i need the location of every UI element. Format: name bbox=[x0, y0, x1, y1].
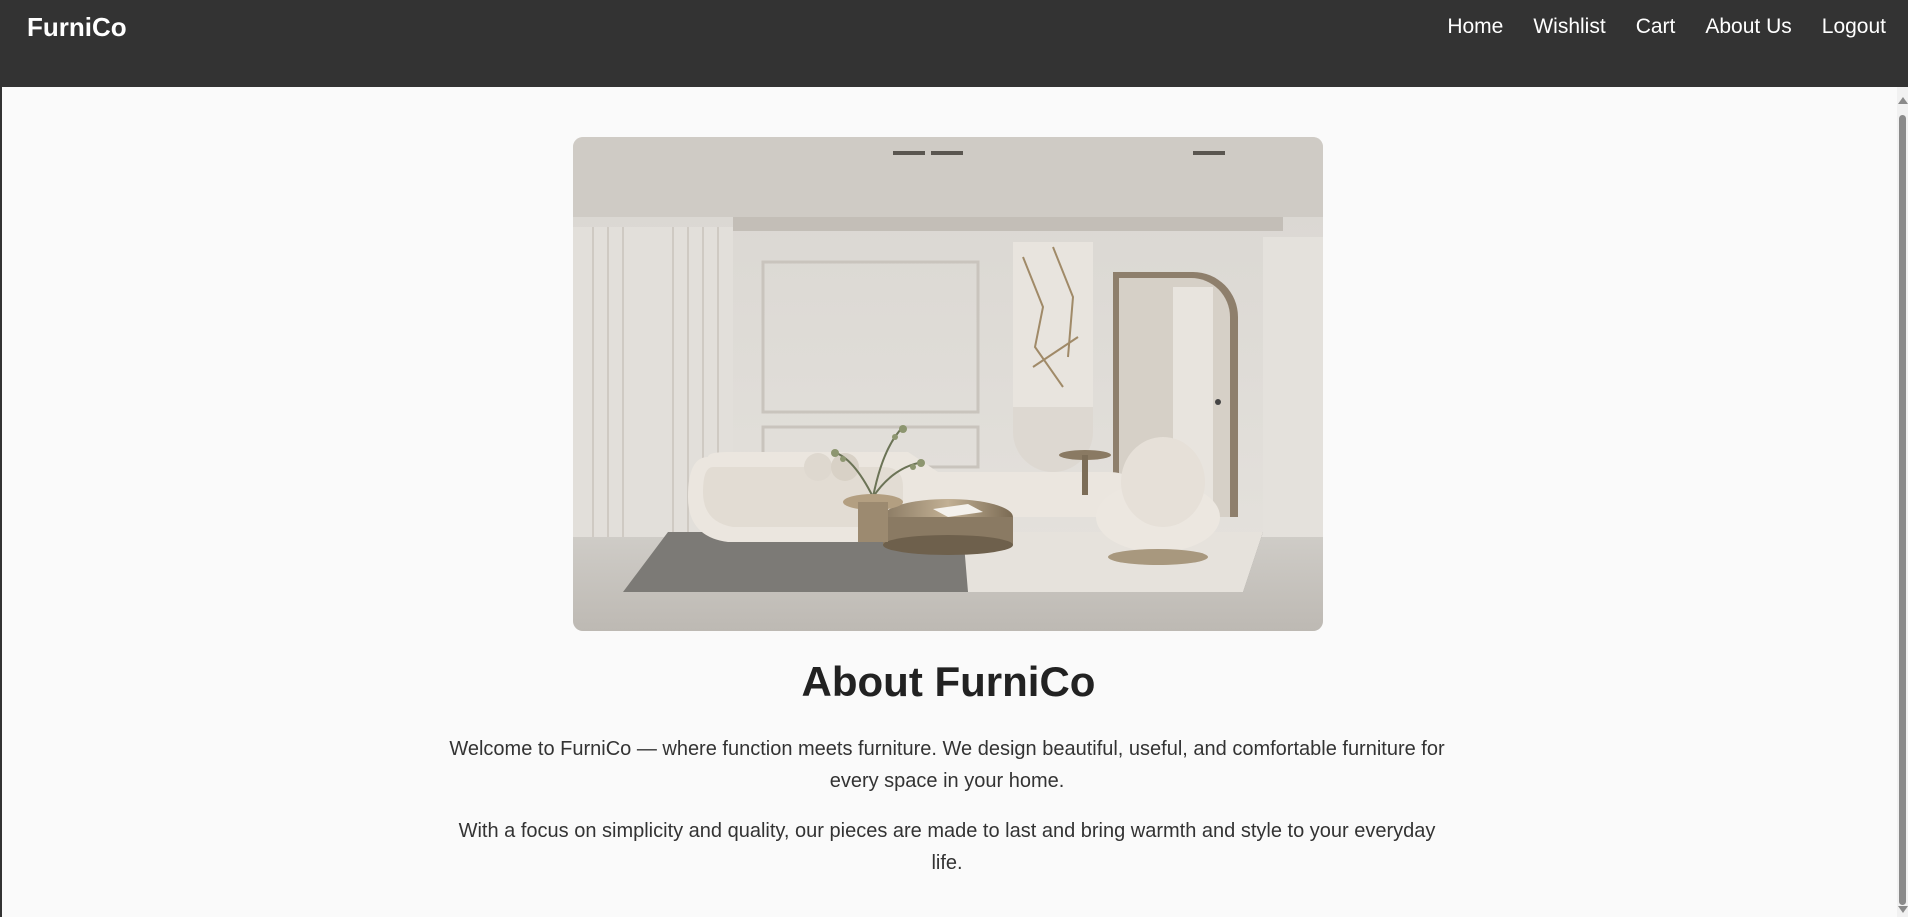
scroll-up-arrow-icon[interactable] bbox=[1898, 97, 1908, 104]
nav-link-cart[interactable]: Cart bbox=[1636, 14, 1676, 40]
about-title: About FurniCo bbox=[801, 658, 1096, 705]
about-paragraph-2: With a focus on simplicity and quality, … bbox=[458, 820, 1436, 874]
nav-links: Home Wishlist Cart About Us Logout bbox=[1447, 14, 1886, 40]
scroll-thumb[interactable] bbox=[1899, 115, 1906, 905]
hero-living-room-image bbox=[573, 137, 1323, 631]
page-scrollbar[interactable] bbox=[1897, 87, 1908, 917]
main-content: About FurniCo Welcome to FurniCo — where… bbox=[2, 87, 1897, 917]
scroll-down-arrow-icon[interactable] bbox=[1898, 906, 1908, 913]
top-navbar: FurniCo Home Wishlist Cart About Us Logo… bbox=[0, 0, 1908, 87]
nav-link-logout[interactable]: Logout bbox=[1822, 14, 1886, 40]
nav-link-wishlist[interactable]: Wishlist bbox=[1533, 14, 1605, 40]
about-paragraph-1: Welcome to FurniCo — where function meet… bbox=[449, 738, 1445, 792]
brand-logo[interactable]: FurniCo bbox=[27, 12, 127, 42]
nav-link-home[interactable]: Home bbox=[1447, 14, 1503, 40]
nav-link-about-us[interactable]: About Us bbox=[1705, 14, 1791, 40]
